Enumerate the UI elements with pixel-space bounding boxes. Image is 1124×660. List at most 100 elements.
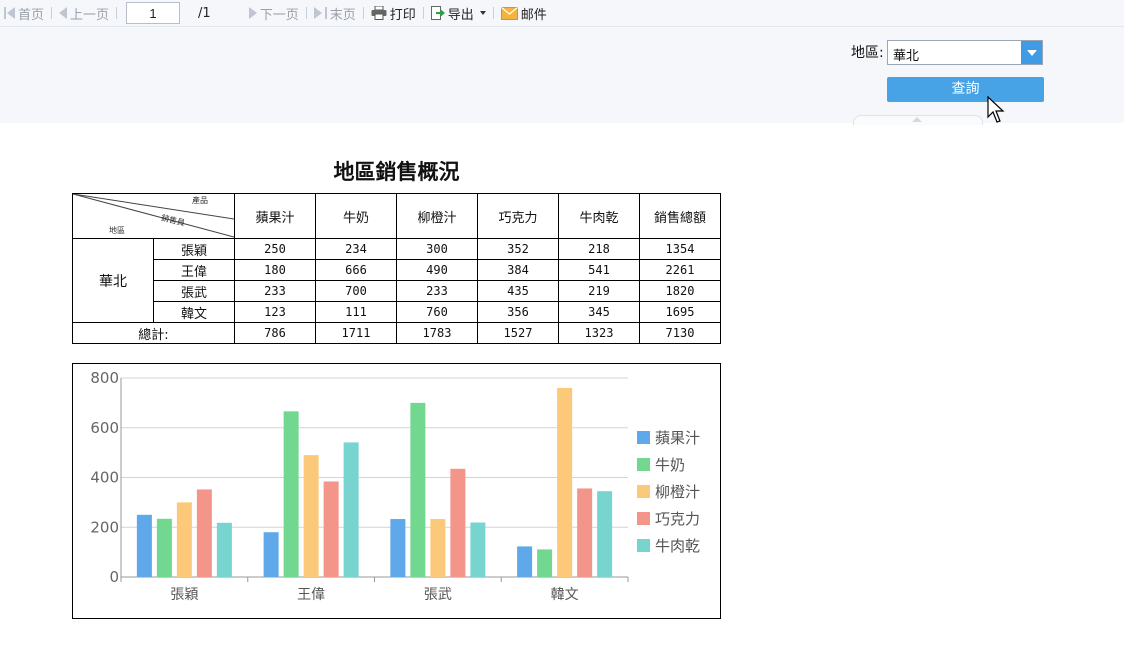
y-tick-label: 600 <box>90 419 119 437</box>
export-label: 导出 <box>447 7 474 23</box>
column-header: 銷售總額 <box>639 193 721 239</box>
value-cell: 180 <box>234 259 316 281</box>
toolbar-divider <box>362 7 364 19</box>
salesperson-cell: 王偉 <box>153 259 235 281</box>
print-button[interactable]: 打印 <box>367 0 420 26</box>
toolbar-divider <box>51 7 53 19</box>
legend-label: 巧克力 <box>655 510 700 528</box>
next-page-label: 下一页 <box>259 7 299 23</box>
last-page-icon <box>313 7 322 19</box>
toolbar-divider <box>422 7 424 19</box>
value-cell: 111 <box>315 301 397 323</box>
region-select-value: 華北 <box>893 49 920 64</box>
column-header: 牛奶 <box>315 193 397 239</box>
legend-swatch <box>637 458 650 471</box>
x-tick-label: 張穎 <box>170 587 198 603</box>
column-header: 巧克力 <box>477 193 559 239</box>
bar <box>323 481 339 577</box>
value-cell: 435 <box>477 280 559 302</box>
diag-label-region: 地區 <box>109 226 125 235</box>
toolbar-divider <box>305 7 307 19</box>
value-cell: 2261 <box>639 259 721 281</box>
first-page-button[interactable]: 首页 <box>0 0 48 26</box>
next-page-icon <box>248 7 257 19</box>
total-cell: 7130 <box>639 322 721 344</box>
legend-label: 蘋果汁 <box>655 429 700 447</box>
first-page-label: 首页 <box>18 7 45 23</box>
sales-table: 產品 銷售員 地區 蘋果汁 牛奶 柳橙汁 巧克力 牛肉乾 銷售總額 華北 張穎 … <box>72 193 721 344</box>
legend-swatch <box>637 485 650 498</box>
total-cell: 1783 <box>396 322 478 344</box>
bar <box>283 411 299 577</box>
y-tick-label: 400 <box>90 469 119 487</box>
mail-icon <box>500 6 518 20</box>
legend-label: 柳橙汁 <box>655 483 700 501</box>
next-page-button[interactable]: 下一页 <box>245 0 303 26</box>
value-cell: 250 <box>234 238 316 260</box>
value-cell: 300 <box>396 238 478 260</box>
value-cell: 219 <box>558 280 640 302</box>
prev-page-label: 上一页 <box>70 7 110 23</box>
bar <box>517 546 533 577</box>
table-row: 華北 張穎 250 234 300 352 218 1354 <box>72 238 721 323</box>
value-cell: 1695 <box>639 301 721 323</box>
bar <box>410 402 426 577</box>
bar-chart-canvas: 0 200 400 600 800 張穎 王偉 張武 韓文 蘋果汁牛奶柳橙汁巧克力牛肉乾 <box>90 369 700 603</box>
total-label-cell: 總計: <box>72 322 235 344</box>
diag-label-product: 產品 <box>192 196 208 205</box>
value-cell: 1354 <box>639 238 721 260</box>
export-icon <box>430 5 445 20</box>
region-cell: 華北 <box>72 238 154 323</box>
salesperson-cell: 韓文 <box>153 301 235 323</box>
total-cell: 1711 <box>315 322 397 344</box>
x-tick-label: 韓文 <box>551 587 579 603</box>
total-cell: 786 <box>234 322 316 344</box>
mouse-cursor-icon <box>987 96 1005 123</box>
page-number-input[interactable] <box>126 2 181 24</box>
bar <box>537 549 553 577</box>
table-total-row: 總計: 786 1711 1783 1527 1323 7130 <box>72 322 721 344</box>
bar <box>577 488 593 577</box>
bar <box>470 522 486 577</box>
region-select[interactable]: 華北 <box>887 40 1043 65</box>
bar <box>216 522 232 577</box>
value-cell: 490 <box>396 259 478 281</box>
diagonal-header-cell: 產品 銷售員 地區 <box>72 193 235 239</box>
collapse-panel-handle[interactable] <box>853 115 983 125</box>
value-cell: 541 <box>558 259 640 281</box>
report-toolbar: 首页 上一页 /1 下一页 末页 打印 导出 <box>0 0 1124 27</box>
chevron-down-icon <box>479 11 486 15</box>
printer-icon <box>371 6 387 20</box>
legend-swatch <box>637 431 650 444</box>
value-cell: 234 <box>315 238 397 260</box>
last-page-button[interactable]: 末页 <box>310 0 360 26</box>
page-total-label: /1 <box>198 5 211 21</box>
chevron-down-icon[interactable] <box>1021 41 1042 64</box>
region-label: 地區: <box>851 45 884 61</box>
salesperson-cell: 張武 <box>153 280 235 302</box>
export-button[interactable]: 导出 <box>427 0 490 26</box>
total-cell: 1323 <box>558 322 640 344</box>
toolbar-divider <box>492 7 494 19</box>
bar <box>390 519 406 577</box>
salesperson-cell: 張穎 <box>153 238 235 260</box>
value-cell: 666 <box>315 259 397 281</box>
sales-bar-chart: 0 200 400 600 800 張穎 王偉 張武 韓文 蘋果汁 牛奶 柳橙汁 巧克力 牛肉乾 <box>72 363 721 619</box>
prev-page-button[interactable]: 上一页 <box>55 0 113 26</box>
value-cell: 233 <box>396 280 478 302</box>
legend-label: 牛奶 <box>655 456 685 474</box>
toolbar-divider <box>116 7 118 19</box>
y-tick-label: 200 <box>90 518 119 536</box>
legend-swatch <box>637 512 650 525</box>
bar <box>263 532 279 577</box>
bar <box>196 489 212 577</box>
bar <box>557 387 573 577</box>
value-cell: 384 <box>477 259 559 281</box>
query-button[interactable]: 查詢 <box>887 77 1044 102</box>
print-label: 打印 <box>389 7 416 23</box>
value-cell: 218 <box>558 238 640 260</box>
value-cell: 233 <box>234 280 316 302</box>
mail-button[interactable]: 邮件 <box>497 0 551 26</box>
y-tick-label: 0 <box>109 568 119 586</box>
value-cell: 760 <box>396 301 478 323</box>
